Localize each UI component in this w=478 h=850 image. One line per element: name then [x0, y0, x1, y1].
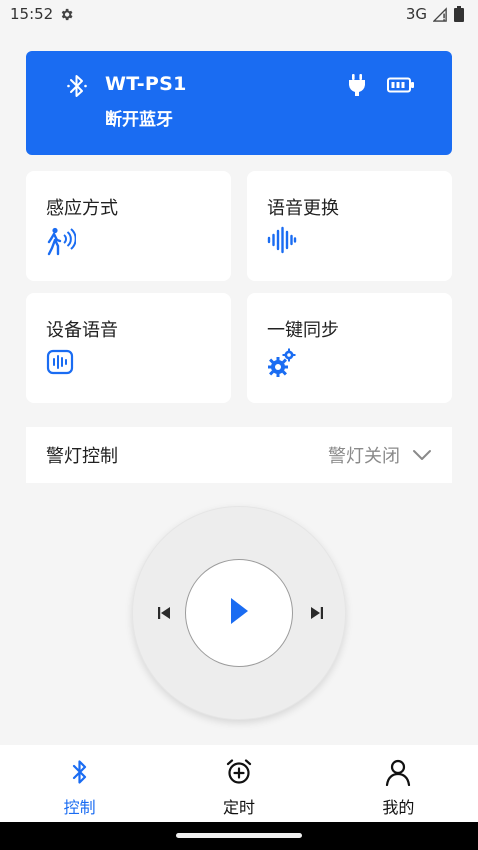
voice-waveform-icon — [46, 348, 74, 380]
gear-icon — [59, 7, 74, 22]
nav-item-mine[interactable]: 我的 — [319, 745, 478, 822]
play-icon — [228, 596, 250, 630]
sensing-mode-card[interactable]: 感应方式 — [26, 171, 231, 281]
voice-change-label: 语音更换 — [267, 198, 339, 219]
gears-icon — [267, 348, 297, 382]
status-bar: 15:52 3G — [0, 0, 478, 28]
next-icon[interactable] — [309, 605, 325, 625]
warning-light-value: 警灯关闭 — [328, 446, 400, 467]
one-key-sync-card[interactable]: 一键同步 — [247, 293, 452, 403]
warning-light-select[interactable]: 警灯关闭 — [328, 442, 432, 468]
bluetooth-icon — [69, 758, 91, 790]
device-name: WT-PS1 — [105, 73, 187, 95]
sensing-mode-label: 感应方式 — [46, 198, 118, 219]
nav-label-control: 控制 — [63, 798, 96, 817]
plug-icon — [348, 73, 366, 101]
device-card: WT-PS1 断开蓝牙 — [26, 51, 452, 155]
signal-icon — [433, 6, 448, 22]
nav-item-timer[interactable]: 定时 — [159, 745, 318, 822]
sound-wave-icon — [267, 226, 297, 258]
user-icon — [384, 758, 412, 790]
device-voice-card[interactable]: 设备语音 — [26, 293, 231, 403]
warning-light-label: 警灯控制 — [46, 446, 118, 467]
chevron-down-icon — [412, 446, 432, 465]
play-button[interactable] — [185, 559, 293, 667]
nav-label-mine: 我的 — [382, 798, 415, 817]
device-voice-label: 设备语音 — [46, 320, 118, 341]
status-right: 3G — [406, 5, 464, 23]
battery-icon — [454, 6, 464, 22]
nav-label-timer: 定时 — [222, 798, 255, 817]
motion-sensor-icon — [46, 226, 77, 260]
bottom-nav: 控制 定时 我的 — [0, 745, 478, 822]
system-navigation-bar — [0, 822, 478, 850]
alarm-clock-icon — [225, 758, 253, 790]
voice-change-card[interactable]: 语音更换 — [247, 171, 452, 281]
previous-icon[interactable] — [156, 605, 172, 625]
status-left: 15:52 — [10, 5, 74, 23]
disconnect-bluetooth-button[interactable]: 断开蓝牙 — [105, 105, 173, 130]
home-gesture-handle[interactable] — [176, 833, 302, 838]
one-key-sync-label: 一键同步 — [267, 320, 339, 341]
network-type: 3G — [405, 5, 427, 23]
nav-item-control[interactable]: 控制 — [0, 745, 159, 822]
bluetooth-icon — [66, 73, 88, 103]
status-time: 15:52 — [10, 5, 54, 23]
warning-light-row: 警灯控制 警灯关闭 — [26, 427, 452, 483]
battery-icon — [387, 77, 415, 97]
